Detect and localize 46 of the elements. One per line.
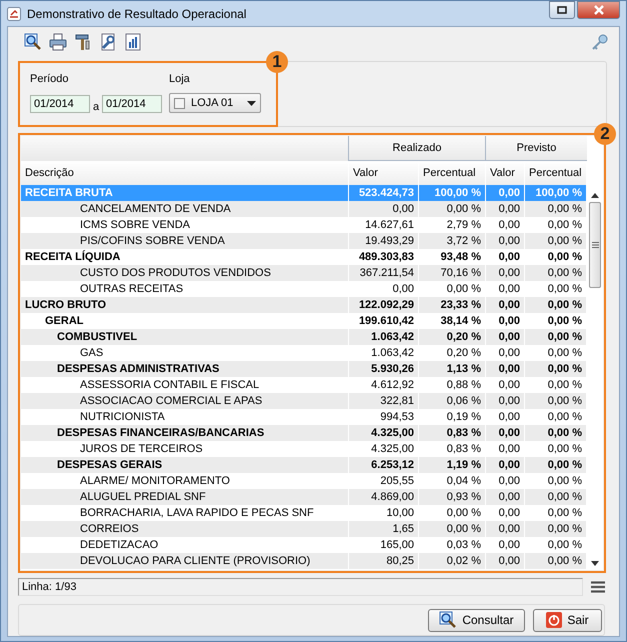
chart-icon[interactable] <box>124 33 142 51</box>
checkbox[interactable] <box>174 98 185 108</box>
table-row[interactable]: DESPESAS GERAIS 6.253,12 1,19 % 0,00 0,00 % <box>21 457 587 473</box>
menu-icon[interactable] <box>591 581 605 593</box>
table-row[interactable]: CORREIOS 1,65 0,00 % 0,00 0,00 % <box>21 521 587 537</box>
caret-icon <box>247 100 256 106</box>
table-cell: 0,02 % <box>419 553 486 569</box>
table-cell: 80,25 <box>349 553 419 569</box>
key-icon[interactable] <box>591 33 609 51</box>
store-label: Loja <box>169 73 191 85</box>
printer-icon[interactable] <box>49 33 67 51</box>
scroll-up-icon[interactable] <box>591 193 599 198</box>
table-row[interactable]: DEVOLUCAO PARA CLIENTE (PROVISORIO) 80,25 0,02 % 0,00 0,00 % <box>21 553 587 569</box>
app-icon <box>7 6 21 20</box>
callout-badge: 2 <box>594 123 616 145</box>
period-to-field[interactable]: 01/2014 <box>102 95 162 113</box>
search-icon[interactable] <box>24 33 42 51</box>
restore-button[interactable] <box>549 1 575 19</box>
store-dropdown[interactable]: LOJA 01 <box>169 93 261 113</box>
callout-badge: 1 <box>266 51 288 73</box>
query-button[interactable]: Consultar <box>428 608 525 632</box>
table-cell: DEVOLUCAO PARA CLIENTE (PROVISORIO) <box>21 553 349 569</box>
period-label: Período <box>30 73 70 85</box>
scroll-down-icon[interactable] <box>591 561 599 566</box>
table-row[interactable]: CANCELAMENTO DE VENDA 0,00 0,00 % 0,00 0,00 % <box>21 201 587 217</box>
table-cell: 0,00 <box>486 553 525 569</box>
window-title: Demonstrativo de Resultado Operacional <box>27 6 248 20</box>
close-button[interactable] <box>577 1 620 19</box>
status-field: Linha: 1/93 <box>18 578 583 596</box>
close-icon <box>592 5 604 15</box>
scroll-thumb[interactable] <box>589 202 601 288</box>
tools-icon[interactable] <box>74 33 92 51</box>
power-icon <box>546 612 562 628</box>
table-row[interactable]: LUCRO BRUTO 122.092,29 23,33 % 0,00 0,00 % <box>21 297 587 313</box>
restore-icon <box>557 6 567 14</box>
period-from-field[interactable]: 01/2014 <box>30 95 90 113</box>
table-row[interactable]: ASSOCIACAO COMERCIAL E APAS 322,81 0,06 % 0,00 0,00 % <box>21 393 587 409</box>
search-icon <box>439 611 458 629</box>
table-row[interactable]: COMBUSTIVEL 1.063,42 0,20 % 0,00 0,00 % <box>21 329 587 345</box>
table-row[interactable]: CUSTO DOS PRODUTOS VENDIDOS 367.211,54 70,16 % 0,00 0,00 % <box>21 265 587 281</box>
period-separator: a <box>92 101 100 113</box>
table-row[interactable]: DESPESAS ADMINISTRATIVAS 5.930,26 1,13 % 0,00 0,00 % <box>21 361 587 377</box>
table-row[interactable]: ALUGUEL PREDIAL SNF 4.869,00 0,93 % 0,00 0,00 % <box>21 489 587 505</box>
table-row[interactable]: DESPESAS FINANCEIRAS/BANCARIAS 4.325,00 0,83 % 0,00 0,00 % <box>21 425 587 441</box>
table-row[interactable]: PIS/COFINS SOBRE VENDA 19.493,29 3,72 % 0,00 0,00 % <box>21 233 587 249</box>
exit-button[interactable]: Sair <box>533 608 602 632</box>
